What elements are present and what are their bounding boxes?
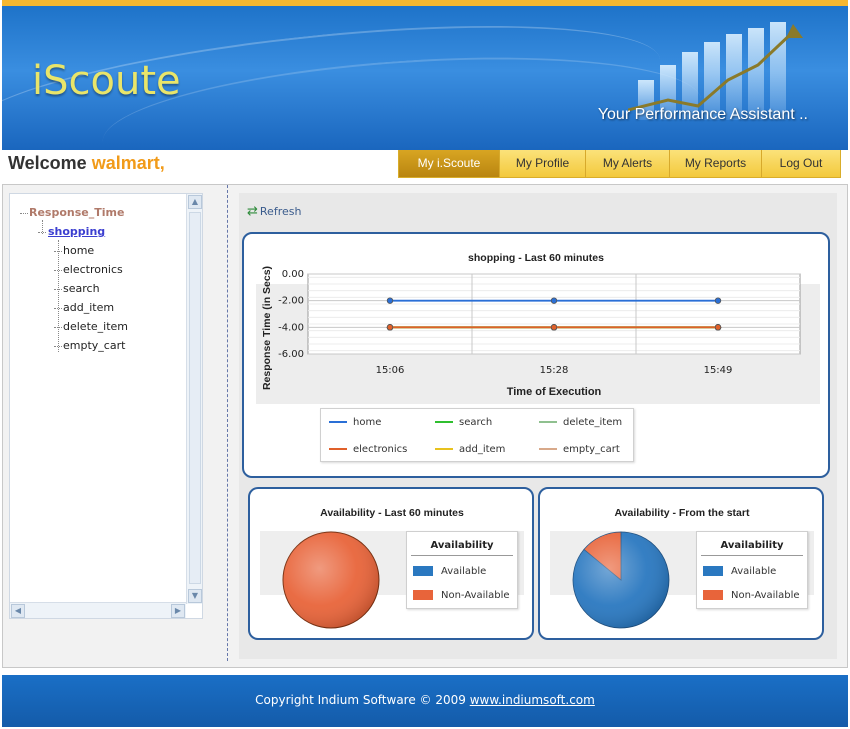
tree-panel: Response_Time shopping home electronics … [9,193,203,619]
scroll-right-icon[interactable]: ▶ [171,604,185,618]
pie-chart-last60 [282,531,380,629]
nav-log-out[interactable]: Log Out [762,150,840,177]
pie2-title: Availability - From the start [614,507,750,519]
welcome-prefix: Welcome [8,153,87,173]
x-axis-label: Time of Execution [507,386,602,398]
legend-item-electronics: electronics [329,444,407,455]
footer-link[interactable]: www.indiumsoft.com [470,693,595,707]
tree-node-search[interactable]: search [54,282,100,295]
legend-item-add-item: add_item [435,444,505,455]
availability-last60-card: Availability - Last 60 minutes Availabil… [248,487,534,640]
y-tick-label: -4.00 [278,322,304,333]
scroll-up-icon[interactable]: ▲ [188,195,202,209]
pie1-legend-title: Availability [430,540,494,551]
tree-node-electronics[interactable]: electronics [54,263,123,276]
refresh-icon: ⇄ [247,204,258,219]
footer-copyright: Copyright Indium Software © 2009 [255,693,470,707]
pie2-legend-available: Available [703,566,776,577]
series-point-electronics [714,324,722,331]
legend-item-home: home [329,417,381,428]
pie1-legend-available: Available [413,566,486,577]
buildings-graphic [628,20,808,120]
y-tick-label: 0.00 [282,269,304,280]
tree-node-shopping[interactable]: shopping [38,225,105,238]
tree-node-delete-item[interactable]: delete_item [54,320,128,333]
y-axis-label: Response Time (in Secs) [261,266,273,390]
y-tick-label: -6.00 [278,349,304,360]
page: iScoute Your Performance Assistant .. We… [0,0,850,729]
nav-my-iscoute[interactable]: My i.Scoute [399,150,500,177]
legend-item-delete-item: delete_item [539,417,622,428]
availability-from-start-card: Availability - From the start Availabili… [538,487,824,640]
panel-divider[interactable] [227,185,228,661]
pie1-legend: Availability Available Non-Available [406,531,518,609]
x-tick-label: 15:28 [540,365,569,376]
pie2-legend: Availability Available Non-Available [696,531,808,609]
series-point-electronics [386,324,394,331]
tree-node-empty-cart[interactable]: empty_cart [54,339,125,352]
app-logo: iScoute [32,58,181,104]
nav-my-profile[interactable]: My Profile [500,150,586,177]
welcome-text: Welcome walmart, [8,153,165,174]
scroll-left-icon[interactable]: ◀ [11,604,25,618]
x-tick-label: 15:49 [704,365,733,376]
legend-item-empty-cart: empty_cart [539,444,620,455]
tree-node-home[interactable]: home [54,244,94,257]
welcome-user: walmart, [91,153,165,173]
series-point-home [714,297,722,304]
pie1-title: Availability - Last 60 minutes [320,507,464,519]
pie2-legend-non-available: Non-Available [703,590,800,601]
pie2-legend-title: Availability [720,540,784,551]
tagline: Your Performance Assistant .. [597,106,808,123]
plot-area [307,273,801,355]
main-nav: My i.Scoute My Profile My Alerts My Repo… [398,150,841,178]
y-tick-label: -2.00 [278,296,304,307]
pie-gloss [573,532,669,628]
response-time-chart-card: shopping - Last 60 minutes 0.00 -2.00 -4.0… [242,232,830,478]
nav-my-alerts[interactable]: My Alerts [586,150,670,177]
vertical-scrollbar[interactable]: ▲ ▼ [186,194,202,604]
pie-chart-from-start [572,531,670,629]
pie-gloss [283,532,379,628]
refresh-label: Refresh [259,205,302,218]
legend-item-search: search [435,417,492,428]
x-tick-label: 15:06 [376,365,405,376]
scroll-thumb[interactable] [189,212,201,584]
header-banner: iScoute Your Performance Assistant .. [2,0,848,150]
line-chart-legend: home search delete_item electronics add_… [320,408,634,462]
tree-node-add-item[interactable]: add_item [54,301,114,314]
scroll-down-icon[interactable]: ▼ [188,589,202,603]
pie1-legend-non-available: Non-Available [413,590,510,601]
tree-node-response-time[interactable]: Response_Time [20,206,124,219]
series-point-home [386,297,394,304]
refresh-button[interactable]: ⇄ Refresh [247,204,301,219]
nav-my-reports[interactable]: My Reports [670,150,762,177]
footer: Copyright Indium Software © 2009 www.ind… [2,675,848,727]
series-point-electronics [550,324,558,331]
horizontal-scrollbar[interactable]: ◀ ▶ [10,602,186,618]
series-point-home [550,297,558,304]
